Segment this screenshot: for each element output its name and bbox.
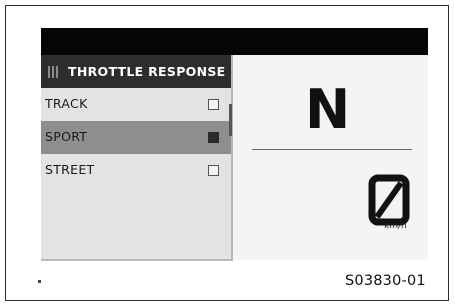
gear-indicator: N	[305, 78, 351, 141]
separator-line	[252, 149, 412, 150]
menu-edge-marker	[38, 280, 41, 283]
checkbox-icon[interactable]	[208, 165, 219, 176]
menu-item-label: SPORT	[45, 129, 88, 144]
checkbox-icon[interactable]	[208, 99, 219, 110]
menu-scrollbar[interactable]	[229, 104, 232, 136]
menu-item-sport[interactable]: SPORT	[41, 121, 231, 154]
menu-title: THROTTLE RESPONSE	[68, 64, 226, 79]
menu-header: THROTTLE RESPONSE	[41, 55, 231, 88]
menu-item-label: STREET	[45, 162, 95, 177]
figure-code: S03830-01	[345, 273, 426, 289]
menu-item-label: TRACK	[45, 96, 88, 111]
throttle-response-menu: THROTTLE RESPONSE TRACK SPORT STREET	[38, 55, 233, 283]
dashboard-top-bar	[41, 28, 428, 55]
grip-icon	[48, 66, 60, 78]
speed-unit: km/h	[384, 221, 407, 231]
menu-item-street[interactable]: STREET	[41, 154, 231, 187]
speed-readout: 0	[368, 174, 410, 226]
menu-item-track[interactable]: TRACK	[41, 88, 231, 121]
checked-checkbox-icon[interactable]	[208, 132, 219, 143]
dashboard-screen: THROTTLE RESPONSE TRACK SPORT STREET N 0…	[38, 28, 428, 283]
